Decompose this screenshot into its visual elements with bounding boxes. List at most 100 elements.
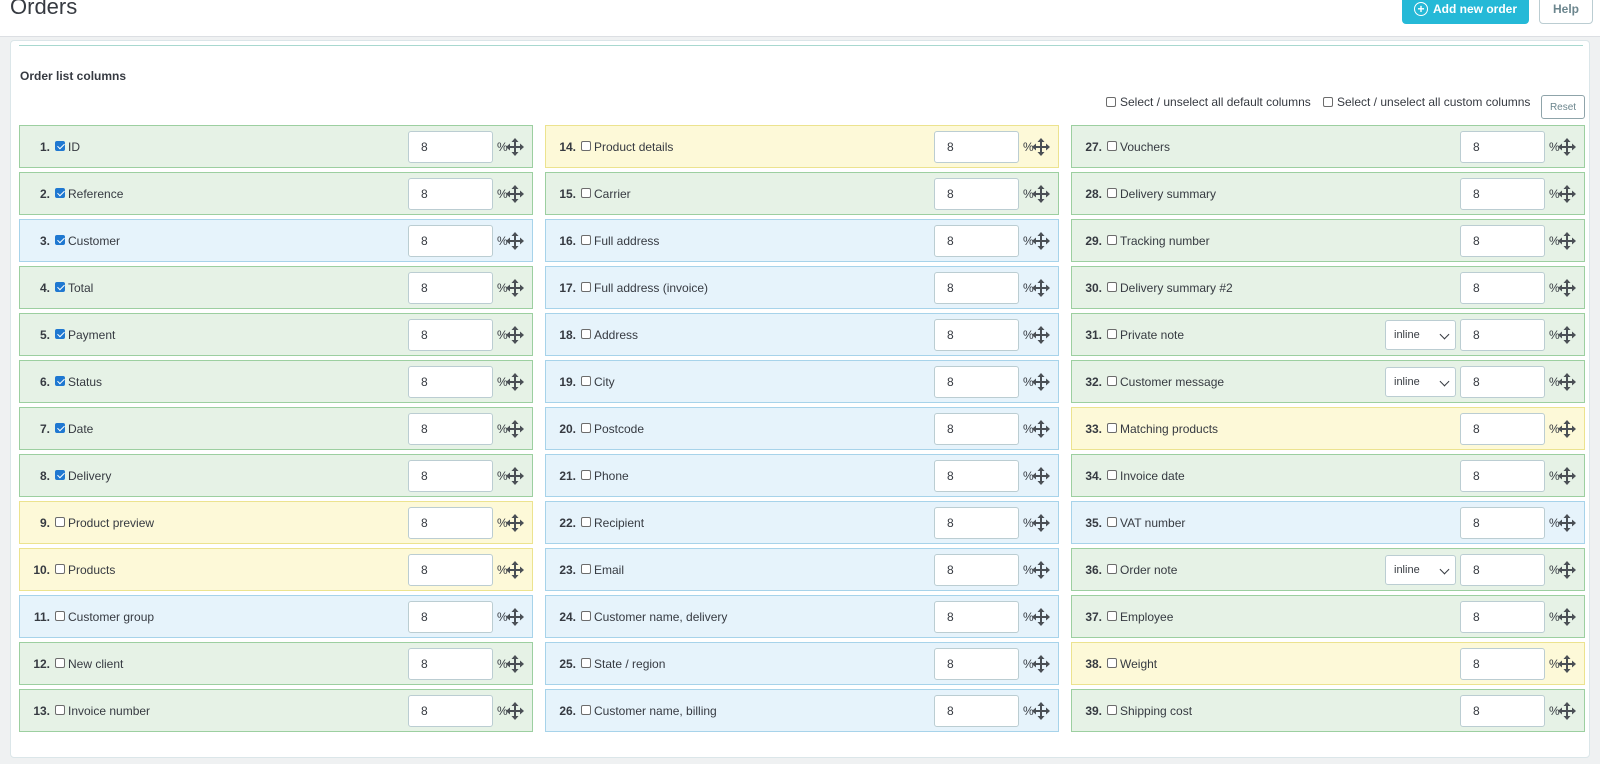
column-checkbox[interactable] [581,282,591,292]
move-arrows-icon[interactable] [506,702,524,720]
column-width-input[interactable] [408,225,493,257]
add-new-order-button[interactable]: + Add new order [1402,0,1529,24]
column-width-input[interactable] [934,178,1019,210]
move-arrows-icon[interactable] [1558,138,1576,156]
move-arrows-icon[interactable] [1032,326,1050,344]
column-checkbox[interactable] [581,611,591,621]
column-width-input[interactable] [934,131,1019,163]
column-checkbox[interactable] [55,235,65,245]
move-arrows-icon[interactable] [506,561,524,579]
column-checkbox[interactable] [581,235,591,245]
move-arrows-icon[interactable] [1558,373,1576,391]
column-width-input[interactable] [408,601,493,633]
column-width-input[interactable] [1460,695,1545,727]
column-width-input[interactable] [408,460,493,492]
column-width-input[interactable] [934,413,1019,445]
column-checkbox[interactable] [1107,188,1117,198]
column-width-input[interactable] [408,648,493,680]
column-checkbox[interactable] [55,611,65,621]
column-width-input[interactable] [408,131,493,163]
column-width-input[interactable] [934,648,1019,680]
column-checkbox[interactable] [55,517,65,527]
column-width-input[interactable] [408,178,493,210]
move-arrows-icon[interactable] [1558,232,1576,250]
column-width-input[interactable] [934,554,1019,586]
column-checkbox[interactable] [581,517,591,527]
move-arrows-icon[interactable] [1032,608,1050,626]
column-width-input[interactable] [408,507,493,539]
select-all-custom-columns[interactable]: Select / unselect all custom columns [1323,95,1530,109]
column-checkbox[interactable] [55,282,65,292]
column-width-input[interactable] [934,225,1019,257]
move-arrows-icon[interactable] [506,608,524,626]
move-arrows-icon[interactable] [1558,561,1576,579]
column-width-input[interactable] [934,601,1019,633]
display-mode-select[interactable]: inline [1385,555,1456,585]
move-arrows-icon[interactable] [506,138,524,156]
column-checkbox[interactable] [581,141,591,151]
column-width-input[interactable] [1460,460,1545,492]
column-width-input[interactable] [408,272,493,304]
column-width-input[interactable] [1460,225,1545,257]
select-all-default-checkbox[interactable] [1106,97,1116,107]
move-arrows-icon[interactable] [506,514,524,532]
move-arrows-icon[interactable] [1558,185,1576,203]
column-checkbox[interactable] [581,376,591,386]
column-checkbox[interactable] [1107,564,1117,574]
column-width-input[interactable] [1460,272,1545,304]
column-checkbox[interactable] [581,564,591,574]
column-checkbox[interactable] [581,423,591,433]
column-checkbox[interactable] [55,188,65,198]
help-button[interactable]: Help [1539,0,1593,24]
move-arrows-icon[interactable] [1032,514,1050,532]
move-arrows-icon[interactable] [1558,279,1576,297]
select-all-custom-checkbox[interactable] [1323,97,1333,107]
move-arrows-icon[interactable] [1032,373,1050,391]
column-width-input[interactable] [1460,131,1545,163]
display-mode-select[interactable]: inline [1385,320,1456,350]
move-arrows-icon[interactable] [506,232,524,250]
column-checkbox[interactable] [581,329,591,339]
column-checkbox[interactable] [1107,376,1117,386]
move-arrows-icon[interactable] [1558,655,1576,673]
move-arrows-icon[interactable] [1032,467,1050,485]
column-checkbox[interactable] [1107,705,1117,715]
move-arrows-icon[interactable] [506,279,524,297]
column-width-input[interactable] [1460,648,1545,680]
move-arrows-icon[interactable] [1558,702,1576,720]
move-arrows-icon[interactable] [1032,702,1050,720]
column-checkbox[interactable] [581,658,591,668]
column-checkbox[interactable] [1107,423,1117,433]
column-width-input[interactable] [934,695,1019,727]
column-width-input[interactable] [408,695,493,727]
move-arrows-icon[interactable] [1032,232,1050,250]
move-arrows-icon[interactable] [1558,326,1576,344]
move-arrows-icon[interactable] [1032,420,1050,438]
move-arrows-icon[interactable] [1558,514,1576,532]
column-checkbox[interactable] [55,705,65,715]
move-arrows-icon[interactable] [1032,561,1050,579]
column-width-input[interactable] [408,366,493,398]
select-all-default-columns[interactable]: Select / unselect all default columns [1106,95,1311,109]
move-arrows-icon[interactable] [1558,420,1576,438]
column-width-input[interactable] [1460,366,1545,398]
column-width-input[interactable] [934,366,1019,398]
column-checkbox[interactable] [1107,329,1117,339]
column-checkbox[interactable] [581,705,591,715]
column-checkbox[interactable] [55,329,65,339]
column-width-input[interactable] [408,319,493,351]
column-checkbox[interactable] [55,564,65,574]
column-checkbox[interactable] [55,658,65,668]
column-width-input[interactable] [1460,601,1545,633]
column-checkbox[interactable] [1107,141,1117,151]
move-arrows-icon[interactable] [506,185,524,203]
column-width-input[interactable] [1460,319,1545,351]
column-checkbox[interactable] [1107,235,1117,245]
column-width-input[interactable] [1460,554,1545,586]
move-arrows-icon[interactable] [506,420,524,438]
column-checkbox[interactable] [55,141,65,151]
column-checkbox[interactable] [55,376,65,386]
column-checkbox[interactable] [581,188,591,198]
column-checkbox[interactable] [1107,517,1117,527]
column-checkbox[interactable] [55,423,65,433]
